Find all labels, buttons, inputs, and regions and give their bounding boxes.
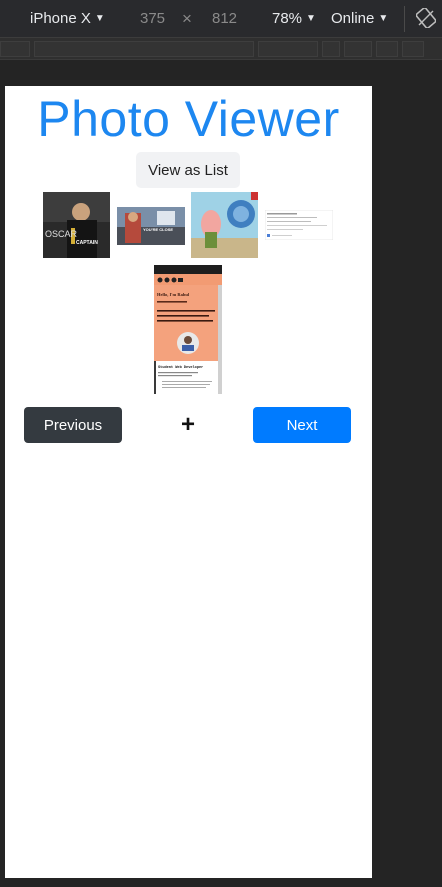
- photo-oscar-image: OSCAR CAPTAIN: [43, 192, 110, 258]
- divider: [404, 6, 405, 32]
- times-icon: ×: [182, 9, 192, 28]
- next-button[interactable]: Next: [253, 407, 351, 443]
- rotate-icon[interactable]: [416, 8, 436, 28]
- network-select[interactable]: Online ▼: [331, 10, 388, 27]
- chevron-down-icon: ▼: [94, 13, 105, 24]
- add-photo-button[interactable]: +: [177, 412, 199, 438]
- network-value: Online: [331, 10, 375, 27]
- device-viewport: Photo Viewer View as List OSCAR CAPTAIN …: [5, 86, 372, 878]
- media-query-segment[interactable]: [322, 41, 340, 57]
- zoom-select[interactable]: 78% ▼: [272, 10, 316, 27]
- media-query-segment[interactable]: [344, 41, 372, 57]
- width-value: 375: [140, 10, 166, 27]
- photo-thumbnail[interactable]: OSCAR CAPTAIN: [43, 192, 110, 258]
- view-as-list-button[interactable]: View as List: [136, 152, 240, 188]
- photo-portfolio-image: Hello, I'm Rahul Student Web Developer: [154, 265, 222, 394]
- page-title: Photo Viewer: [37, 91, 340, 147]
- zoom-value: 78%: [272, 10, 303, 27]
- photo-document-image: [265, 210, 333, 240]
- photo-thumbnail[interactable]: [191, 192, 258, 258]
- media-query-segment[interactable]: [258, 41, 318, 57]
- meme-caption: YOU'RE CLOSE: [143, 227, 173, 232]
- portfolio-section: Student Web Developer: [158, 365, 203, 370]
- portfolio-heading: Hello, I'm Rahul: [157, 292, 190, 297]
- media-query-segment[interactable]: [402, 41, 424, 57]
- width-input[interactable]: 375: [140, 10, 165, 27]
- previous-button[interactable]: Previous: [24, 407, 122, 443]
- height-value: 812: [212, 10, 238, 27]
- captain-text: CAPTAIN: [76, 240, 98, 246]
- photo-thumbnail[interactable]: YOU'RE CLOSE: [117, 207, 185, 245]
- media-query-segment[interactable]: [0, 41, 30, 57]
- oscar-text: OSCAR: [45, 229, 78, 239]
- height-input[interactable]: 812: [212, 10, 237, 27]
- chevron-down-icon: ▼: [306, 13, 316, 24]
- device-select[interactable]: iPhone X ▼: [30, 10, 105, 27]
- photo-meme-image: YOU'RE CLOSE: [117, 207, 185, 245]
- photo-spongebob-image: [191, 192, 258, 258]
- photo-thumbnail[interactable]: Hello, I'm Rahul Student Web Developer: [154, 265, 222, 394]
- media-query-segment[interactable]: [376, 41, 398, 57]
- devtools-device-toolbar: iPhone X ▼ 375 × 812 78% ▼ Online ▼: [0, 0, 442, 38]
- photo-thumbnail[interactable]: [265, 210, 333, 240]
- media-query-bar: [0, 38, 442, 60]
- media-query-segment[interactable]: [34, 41, 254, 57]
- device-name: iPhone X: [30, 10, 91, 27]
- chevron-down-icon: ▼: [378, 13, 389, 24]
